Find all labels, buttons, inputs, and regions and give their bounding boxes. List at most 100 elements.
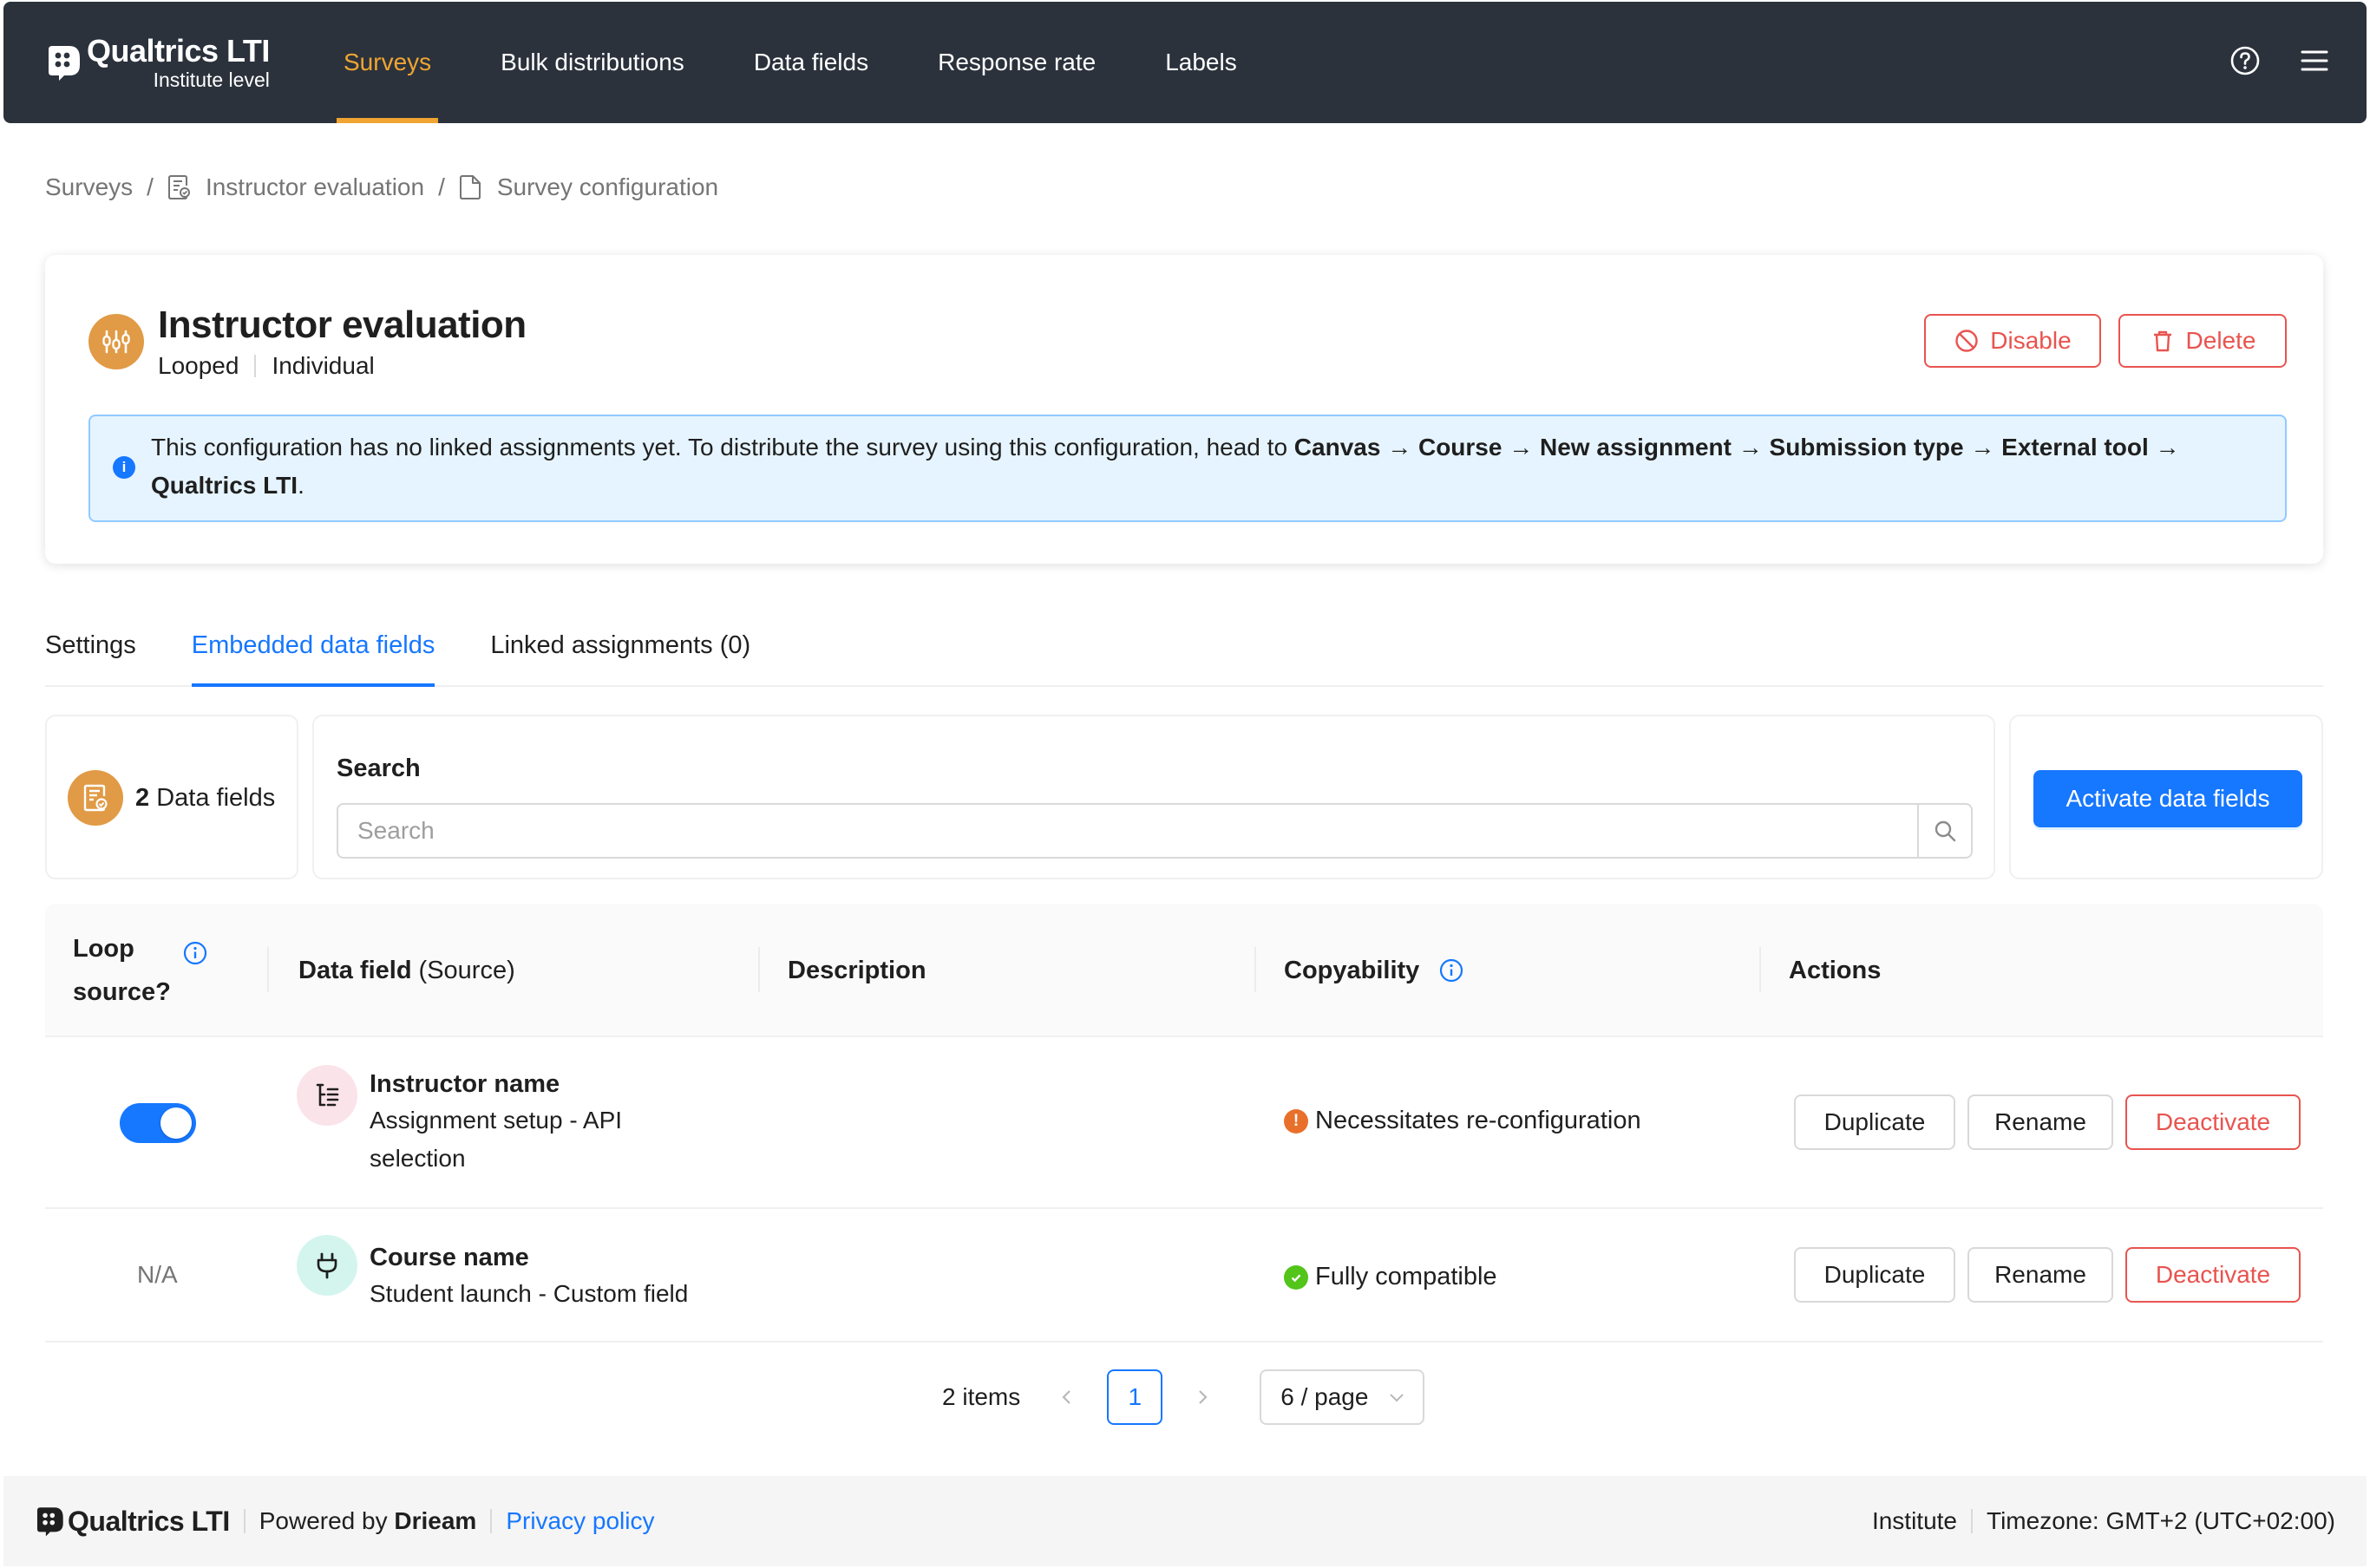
- breadcrumb-separator: /: [147, 173, 154, 200]
- privacy-policy-link[interactable]: Privacy policy: [506, 1507, 654, 1535]
- search-button[interactable]: [1917, 805, 1971, 857]
- column-divider: [1759, 947, 1761, 992]
- info-circle-icon[interactable]: [182, 940, 208, 966]
- field-name: Course name: [370, 1244, 529, 1271]
- activate-data-fields-button[interactable]: Activate data fields: [2033, 770, 2302, 827]
- col-copyability-label: Copyability: [1284, 956, 1420, 984]
- data-fields-table: Loop source? Data field (Source) Descrip…: [45, 904, 2323, 1343]
- rename-button[interactable]: Rename: [1967, 1094, 2113, 1150]
- powered-by-prefix: Powered by: [259, 1507, 388, 1534]
- info-text-prefix: This configuration has no linked assignm…: [151, 434, 1288, 461]
- count-value: 2: [135, 784, 150, 812]
- column-divider: [267, 947, 269, 992]
- field-source: Assignment setup - API selection: [370, 1107, 623, 1172]
- col-loop-source-label: Loop source?: [73, 935, 171, 1006]
- qualtrics-logo-icon: [36, 1507, 63, 1537]
- brand-name: Qualtrics LTI: [87, 32, 270, 69]
- previous-page-button[interactable]: [1050, 1380, 1084, 1414]
- data-field-count-card: 2 Data fields: [45, 715, 298, 879]
- col-copyability: Copyability: [1284, 904, 1464, 1037]
- page-title: Instructor evaluation: [158, 304, 527, 346]
- tab-settings[interactable]: Settings: [45, 617, 136, 685]
- meta-divider: [254, 355, 257, 377]
- info-path-step: Submission type: [1769, 434, 1964, 461]
- copyability-status: ! Necessitates re-configuration: [1284, 1107, 1641, 1135]
- column-divider: [758, 947, 760, 992]
- search-box: [337, 803, 1973, 859]
- nav-tab-data-fields[interactable]: Data fields: [754, 2, 868, 123]
- info-alert-text: This configuration has no linked assignm…: [151, 434, 2180, 499]
- activate-card: Activate data fields: [2009, 715, 2323, 879]
- arrow-icon: →: [2155, 434, 2180, 461]
- nav-tab-labels[interactable]: Labels: [1165, 2, 1237, 123]
- pagination: 2 items 1 6 / page: [942, 1369, 1425, 1426]
- footer-role: Institute: [1871, 1507, 1958, 1534]
- info-path-step: Qualtrics LTI: [151, 472, 298, 499]
- info-path-step: External tool: [2001, 434, 2149, 461]
- list-tree-icon: [297, 1065, 357, 1126]
- menu-icon[interactable]: [2297, 43, 2332, 78]
- loop-source-na: N/A: [137, 1261, 178, 1288]
- deactivate-button[interactable]: Deactivate: [2125, 1247, 2301, 1303]
- search-card: Search: [312, 715, 1995, 879]
- footer-divider: [490, 1509, 493, 1533]
- content-tabs: Settings Embedded data fields Linked ass…: [45, 617, 2323, 687]
- deactivate-button[interactable]: Deactivate: [2125, 1094, 2301, 1150]
- breadcrumb-label: Instructor evaluation: [205, 173, 425, 200]
- tab-linked-assignments[interactable]: Linked assignments (0): [490, 617, 750, 685]
- breadcrumb-surveys[interactable]: Surveys: [45, 173, 133, 201]
- field-source: Student launch - Custom field: [370, 1280, 689, 1307]
- breadcrumb-instructor-evaluation[interactable]: Instructor evaluation: [167, 173, 424, 201]
- info-icon: i: [113, 456, 135, 479]
- rename-button[interactable]: Rename: [1967, 1247, 2113, 1303]
- page-size-value: 6 / page: [1280, 1383, 1369, 1410]
- tab-embedded-data-fields[interactable]: Embedded data fields: [191, 617, 435, 687]
- footer-divider: [243, 1509, 246, 1533]
- duplicate-button[interactable]: Duplicate: [1794, 1094, 1955, 1150]
- chevron-right-icon: [1199, 1390, 1208, 1404]
- copyability-text: Necessitates re-configuration: [1315, 1107, 1641, 1134]
- block-icon: [1955, 330, 1978, 352]
- copyability-status: Fully compatible: [1284, 1263, 1497, 1291]
- nav-tab-bulk-distributions[interactable]: Bulk distributions: [501, 2, 684, 123]
- info-path-step: Course: [1417, 434, 1503, 461]
- page-number-button[interactable]: 1: [1107, 1369, 1163, 1425]
- breadcrumb-separator: /: [438, 173, 445, 200]
- nav-tab-surveys[interactable]: Surveys: [336, 2, 439, 123]
- next-page-button[interactable]: [1185, 1380, 1220, 1414]
- brand-logo[interactable]: Qualtrics LTI Institute level: [43, 32, 304, 91]
- check-circle-icon: [1284, 1264, 1308, 1290]
- disable-button-label: Disable: [1990, 327, 2072, 354]
- footer-timezone: Timezone: GMT+2 (UTC+02:00): [1987, 1507, 2335, 1534]
- loop-source-toggle[interactable]: [120, 1103, 196, 1143]
- pagination-total: 2 items: [942, 1383, 1021, 1410]
- breadcrumb: Surveys / Instructor evaluation / Survey…: [45, 173, 718, 201]
- file-icon: [459, 175, 481, 199]
- arrow-icon: →: [1970, 434, 1995, 461]
- survey-mode-tag: Individual: [272, 352, 375, 379]
- chevron-down-icon: [1390, 1394, 1404, 1402]
- field-name: Instructor name: [370, 1070, 560, 1098]
- arrow-icon: →: [1509, 434, 1534, 461]
- duplicate-button[interactable]: Duplicate: [1794, 1247, 1955, 1303]
- survey-header-card: Instructor evaluation Looped Individual …: [45, 255, 2323, 564]
- plug-icon: [297, 1235, 357, 1296]
- nav-tab-response-rate[interactable]: Response rate: [938, 2, 1096, 123]
- top-navigation: Qualtrics LTI Institute level Surveys Bu…: [3, 2, 2367, 123]
- info-path-step: New assignment: [1540, 434, 1732, 461]
- brand-subtitle: Institute level: [153, 68, 270, 91]
- disable-button[interactable]: Disable: [1924, 314, 2101, 368]
- delete-button[interactable]: Delete: [2118, 314, 2287, 368]
- help-icon[interactable]: [2228, 43, 2262, 78]
- footer-brand-name: Qualtrics LTI: [68, 1505, 230, 1537]
- page-size-select[interactable]: 6 / page: [1260, 1369, 1425, 1425]
- trash-icon: [2153, 330, 2171, 352]
- col-loop-source: Loop source?: [73, 904, 238, 1037]
- col-data-field-sublabel: (Source): [418, 956, 515, 984]
- copyability-text: Fully compatible: [1315, 1263, 1497, 1290]
- data-field-icon: [68, 770, 123, 826]
- info-circle-icon[interactable]: [1438, 957, 1464, 983]
- search-input[interactable]: [338, 805, 1917, 857]
- table-header: Loop source? Data field (Source) Descrip…: [45, 904, 2323, 1037]
- arrow-icon: →: [1387, 434, 1412, 461]
